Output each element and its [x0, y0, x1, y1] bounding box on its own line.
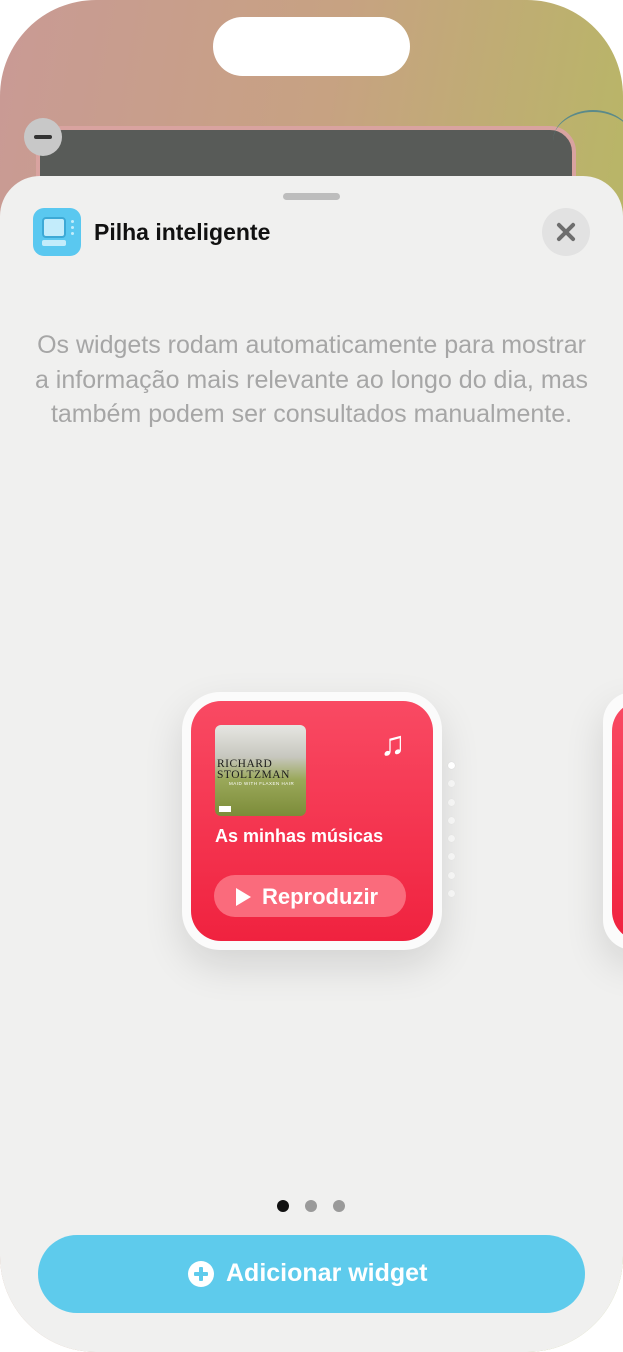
plus-circle-icon — [188, 1261, 214, 1287]
album-artist-line-2: STOLTZMAN — [217, 769, 290, 781]
page-dot[interactable] — [333, 1200, 345, 1212]
album-cover: RICHARD STOLTZMAN MAID WITH FLAXEN HAIR — [215, 725, 306, 816]
add-widget-label: Adicionar widget — [226, 1259, 428, 1287]
sheet-title: Pilha inteligente — [94, 219, 271, 245]
play-icon — [236, 888, 251, 906]
sheet-description: Os widgets rodam automaticamente para mo… — [34, 331, 589, 428]
stack-dot — [448, 835, 455, 843]
close-button[interactable] — [542, 208, 590, 256]
remove-widget-button[interactable] — [24, 118, 62, 156]
play-label: Reproduzir — [262, 884, 379, 909]
stack-dot — [448, 890, 455, 898]
widget-preview[interactable]: RICHARD STOLTZMAN MAID WITH FLAXEN HAIR … — [182, 692, 442, 950]
page-dot[interactable] — [305, 1200, 317, 1212]
stack-dot — [448, 853, 455, 861]
smart-stack-icon — [33, 208, 81, 256]
album-badge — [219, 806, 231, 812]
widget-sheet: Pilha inteligente Os widgets rodam autom… — [0, 176, 623, 1352]
page-dot[interactable] — [277, 1200, 289, 1212]
dynamic-island — [213, 17, 410, 76]
stack-dot — [448, 780, 455, 788]
stack-dot — [448, 871, 455, 879]
stack-dot — [448, 798, 455, 806]
play-button[interactable]: Reproduzir — [214, 875, 406, 917]
stack-dot — [448, 816, 455, 824]
album-subtitle: MAID WITH FLAXEN HAIR — [229, 781, 295, 786]
stack-dot — [448, 762, 455, 769]
background-decoration — [553, 110, 623, 172]
add-widget-button[interactable]: Adicionar widget — [38, 1235, 585, 1313]
sheet-grabber[interactable] — [283, 193, 340, 200]
next-widget[interactable] — [612, 701, 623, 941]
next-widget-preview[interactable] — [603, 692, 623, 950]
music-note-icon: ♫ — [380, 725, 406, 763]
stack-indicator — [448, 762, 456, 908]
phone-screen: Pilha inteligente Os widgets rodam autom… — [0, 0, 623, 1352]
music-widget[interactable]: RICHARD STOLTZMAN MAID WITH FLAXEN HAIR … — [191, 701, 433, 941]
widget-label: As minhas músicas — [215, 826, 384, 846]
